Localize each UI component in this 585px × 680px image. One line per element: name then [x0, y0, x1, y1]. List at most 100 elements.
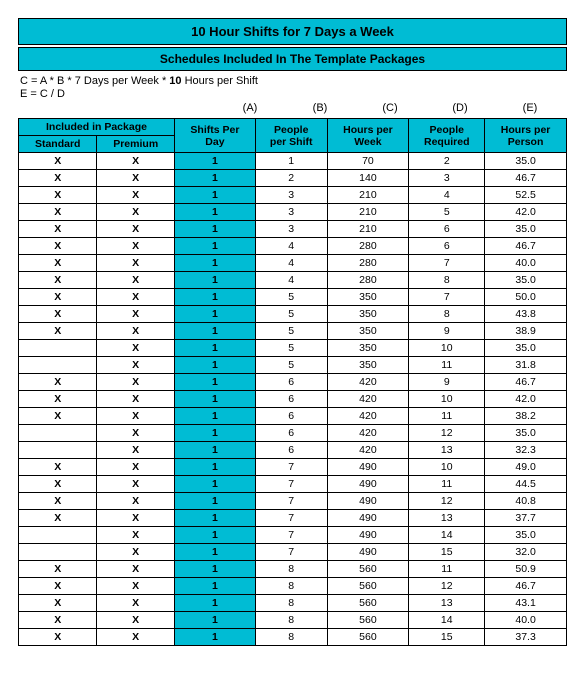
formula2-line: E = C / D: [18, 88, 567, 100]
table-cell: 420: [327, 374, 409, 391]
header-hours-week: Hours perWeek: [327, 119, 409, 153]
table-cell: 490: [327, 527, 409, 544]
table-cell: 560: [327, 561, 409, 578]
table-cell: X: [19, 153, 97, 170]
table-cell: 560: [327, 595, 409, 612]
table-cell: X: [97, 374, 175, 391]
table-cell: 6: [255, 374, 327, 391]
table-cell: X: [97, 204, 175, 221]
table-cell: 50.0: [485, 289, 567, 306]
table-cell: 35.0: [485, 425, 567, 442]
table-cell: 1: [174, 425, 255, 442]
table-cell: 43.1: [485, 595, 567, 612]
table-cell: 1: [174, 459, 255, 476]
table-cell: X: [19, 595, 97, 612]
table-cell: 3: [255, 221, 327, 238]
table-cell: 12: [409, 493, 485, 510]
header-included: Included in Package: [19, 119, 175, 136]
table-cell: 1: [174, 238, 255, 255]
table-cell: 7: [409, 255, 485, 272]
table-cell: 40.0: [485, 612, 567, 629]
table-cell: X: [97, 272, 175, 289]
table-cell: X: [97, 612, 175, 629]
table-cell: 280: [327, 238, 409, 255]
table-cell: 15: [409, 544, 485, 561]
table-cell: 1: [174, 340, 255, 357]
table-cell: X: [19, 170, 97, 187]
table-cell: X: [97, 340, 175, 357]
table-cell: 38.9: [485, 323, 567, 340]
table-cell: 50.9: [485, 561, 567, 578]
table-cell: 70: [327, 153, 409, 170]
table-cell: X: [97, 153, 175, 170]
table-cell: X: [97, 187, 175, 204]
table-cell: 7: [255, 459, 327, 476]
table-cell: X: [97, 170, 175, 187]
table-cell: 280: [327, 272, 409, 289]
table-cell: 420: [327, 425, 409, 442]
table-cell: 490: [327, 493, 409, 510]
table-cell: 35.0: [485, 272, 567, 289]
table-cell: [19, 442, 97, 459]
table-cell: X: [97, 357, 175, 374]
table-cell: 38.2: [485, 408, 567, 425]
table-cell: X: [97, 510, 175, 527]
table-cell: 40.8: [485, 493, 567, 510]
header-people-shift: Peopleper Shift: [255, 119, 327, 153]
table-cell: 13: [409, 595, 485, 612]
table-cell: 1: [174, 442, 255, 459]
table-cell: 3: [409, 170, 485, 187]
table-cell: 5: [255, 340, 327, 357]
table-cell: 43.8: [485, 306, 567, 323]
table-cell: 4: [255, 272, 327, 289]
table-cell: 13: [409, 510, 485, 527]
table-cell: 1: [174, 544, 255, 561]
table-cell: X: [97, 442, 175, 459]
table-cell: 1: [174, 391, 255, 408]
table-cell: 14: [409, 527, 485, 544]
table-cell: 1: [174, 578, 255, 595]
table-cell: 420: [327, 408, 409, 425]
table-cell: 10: [409, 459, 485, 476]
header-shifts: Shifts PerDay: [174, 119, 255, 153]
table-cell: 11: [409, 476, 485, 493]
col-d-label: (D): [425, 102, 495, 114]
table-cell: 13: [409, 442, 485, 459]
table-cell: X: [97, 221, 175, 238]
table-cell: 1: [174, 272, 255, 289]
table-cell: 6: [409, 238, 485, 255]
table-cell: 8: [255, 595, 327, 612]
table-cell: [19, 544, 97, 561]
table-cell: 52.5: [485, 187, 567, 204]
table-cell: X: [19, 255, 97, 272]
table-cell: 350: [327, 306, 409, 323]
table-cell: X: [19, 204, 97, 221]
table-cell: 1: [255, 153, 327, 170]
table-cell: 32.3: [485, 442, 567, 459]
table-cell: 2: [255, 170, 327, 187]
table-cell: 46.7: [485, 374, 567, 391]
table-cell: 11: [409, 408, 485, 425]
table-cell: X: [97, 493, 175, 510]
table-cell: X: [97, 527, 175, 544]
table-cell: 40.0: [485, 255, 567, 272]
table-cell: 1: [174, 527, 255, 544]
table-cell: X: [97, 595, 175, 612]
table-cell: X: [19, 272, 97, 289]
table-cell: 350: [327, 340, 409, 357]
table-cell: 42.0: [485, 204, 567, 221]
table-cell: 420: [327, 391, 409, 408]
table-cell: 12: [409, 578, 485, 595]
table-cell: X: [19, 612, 97, 629]
table-cell: 8: [255, 612, 327, 629]
table-cell: [19, 425, 97, 442]
table-cell: X: [19, 306, 97, 323]
table-cell: 140: [327, 170, 409, 187]
table-cell: X: [19, 391, 97, 408]
table-cell: 35.0: [485, 527, 567, 544]
table-cell: 8: [255, 578, 327, 595]
table-cell: 1: [174, 204, 255, 221]
table-cell: 1: [174, 476, 255, 493]
table-cell: X: [97, 408, 175, 425]
table-cell: X: [19, 493, 97, 510]
